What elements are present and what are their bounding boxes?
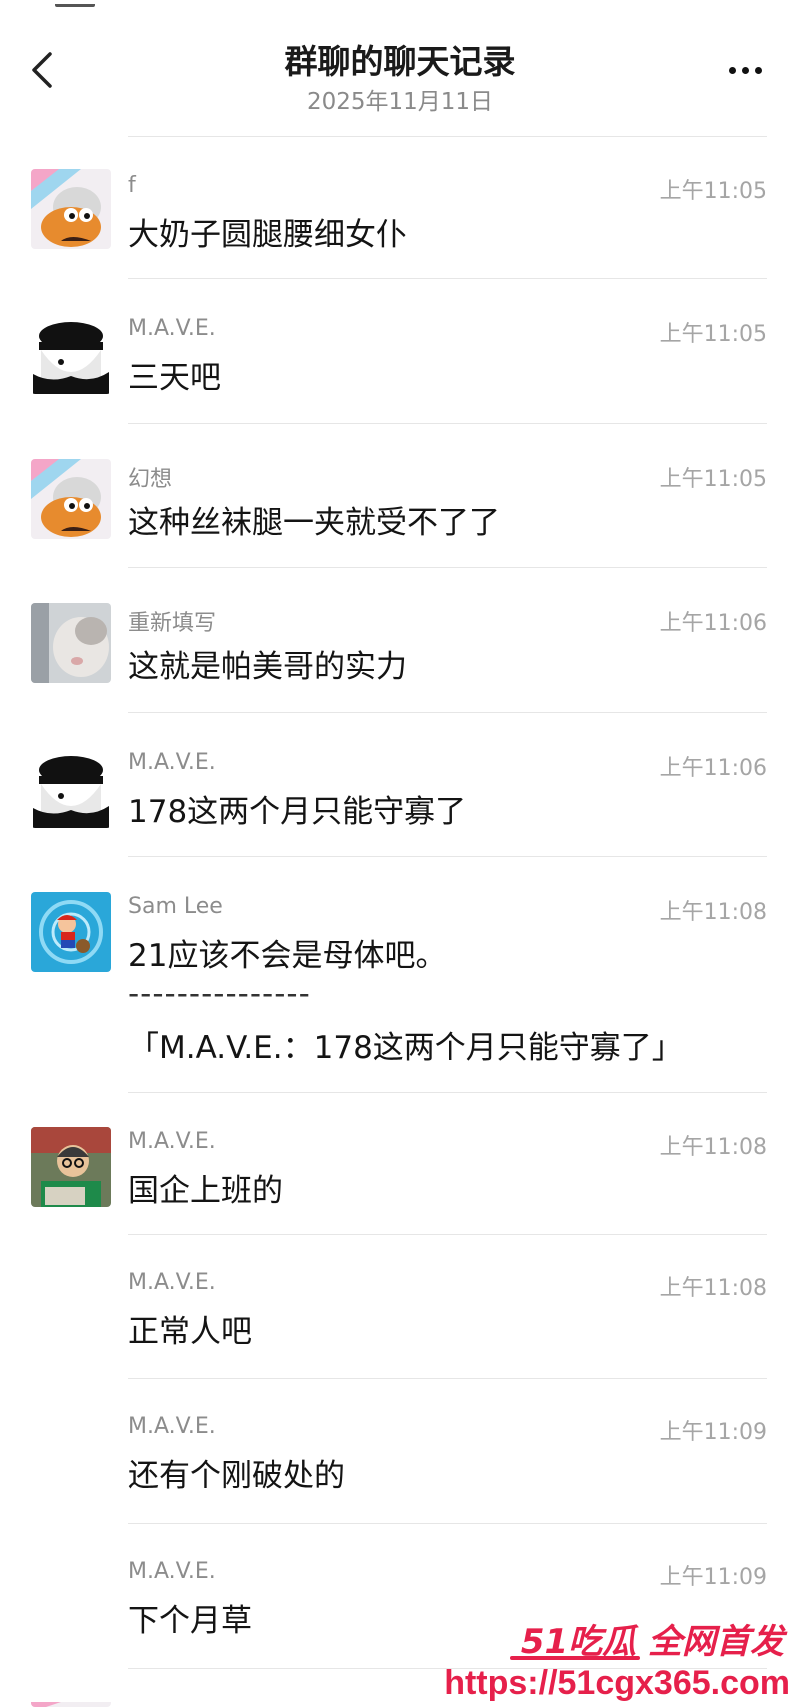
message-text: 正常人吧 (128, 1314, 252, 1350)
quoted-message: 「M.A.V.E.：178这两个月只能守寡了」 (128, 1030, 683, 1066)
avatar-cartoon-duck-image (31, 169, 111, 249)
message-time: 上午11:05 (659, 467, 767, 492)
more-icon (728, 66, 736, 74)
sender-name: M.A.V.E. (128, 1129, 216, 1154)
avatar[interactable] (31, 459, 111, 539)
watermark-url: https://51cgx365.com (444, 1664, 790, 1702)
message-text: 这种丝袜腿一夹就受不了了 (128, 505, 500, 541)
sender-name: M.A.V.E. (128, 1414, 216, 1439)
more-options-button[interactable] (720, 52, 770, 88)
message-item[interactable]: M.A.V.E. 上午11:05 三天吧 (0, 281, 800, 425)
message-time: 上午11:05 (659, 179, 767, 204)
message-text: 三天吧 (128, 360, 221, 396)
message-item[interactable]: 重新填写 上午11:06 这就是帕美哥的实力 (0, 570, 800, 714)
message-text: 国企上班的 (128, 1173, 283, 1209)
sender-name: f (128, 173, 136, 198)
message-item[interactable]: Sam Lee 上午11:08 21应该不会是母体吧。 ------------… (0, 859, 800, 1093)
avatar-cartoon-duck-image (31, 1702, 111, 1707)
message-time: 上午11:08 (659, 1135, 767, 1160)
divider (128, 856, 767, 857)
message-time: 上午11:09 (659, 1565, 767, 1590)
sender-name: M.A.V.E. (128, 316, 216, 341)
message-item[interactable]: f 上午11:05 大奶子圆腿腰细女仆 (0, 137, 800, 279)
avatar-cartoon-duck-image (31, 459, 111, 539)
sender-name: M.A.V.E. (128, 1559, 216, 1584)
divider (128, 567, 767, 568)
message-time: 上午11:06 (659, 756, 767, 781)
sender-name: 幻想 (128, 467, 173, 492)
message-item[interactable]: M.A.V.E. 上午11:08 正常人吧 (0, 1235, 800, 1379)
avatar[interactable] (31, 314, 111, 394)
quote-separator: --------------- (128, 976, 311, 1012)
message-time: 上午11:09 (659, 1420, 767, 1445)
message-item[interactable]: M.A.V.E. 上午11:09 还有个刚破处的 (0, 1379, 800, 1524)
avatar[interactable] (31, 892, 111, 972)
message-text: 大奶子圆腿腰细女仆 (128, 217, 407, 253)
message-text: 这就是帕美哥的实力 (128, 649, 407, 685)
message-time: 上午11:05 (659, 322, 767, 347)
message-time: 上午11:08 (659, 1276, 767, 1301)
header: 群聊的聊天记录 2025年11月11日 (0, 0, 800, 120)
avatar-reading-boy-photo-image (31, 1127, 111, 1207)
divider (128, 712, 767, 713)
sender-name: 重新填写 (128, 611, 217, 636)
avatar-anime-hat-image (31, 748, 111, 828)
watermark-decoration-line (510, 1656, 640, 1660)
avatar[interactable] (31, 748, 111, 828)
message-text: 还有个刚破处的 (128, 1458, 345, 1494)
message-time: 上午11:06 (659, 611, 767, 636)
message-item[interactable]: 幻想 上午11:05 这种丝袜腿一夹就受不了了 (0, 426, 800, 568)
avatar-mario-swimming-image (31, 892, 111, 972)
avatar-anime-hat-image (31, 314, 111, 394)
page-title: 群聊的聊天记录 (284, 42, 516, 81)
avatar[interactable] (31, 1697, 111, 1707)
page-subtitle-date: 2025年11月11日 (306, 89, 494, 115)
message-item[interactable]: M.A.V.E. 上午11:06 178这两个月只能守寡了 (0, 715, 800, 857)
divider (128, 278, 767, 279)
avatar[interactable] (31, 603, 111, 683)
sender-name: M.A.V.E. (128, 1270, 216, 1295)
avatar[interactable] (31, 1127, 111, 1207)
divider (128, 423, 767, 424)
avatar[interactable] (31, 169, 111, 249)
message-item[interactable]: M.A.V.E. 上午11:08 国企上班的 (0, 1093, 800, 1235)
avatar-cat-photo-image (31, 603, 111, 683)
message-text: 下个月草 (128, 1603, 252, 1639)
sender-name: Sam Lee (128, 894, 223, 919)
watermark: 51吃瓜 全网首发 https://51cgx365.com (444, 1610, 800, 1707)
message-text: 21应该不会是母体吧。 (128, 938, 447, 974)
message-text: 178这两个月只能守寡了 (128, 794, 467, 830)
sender-name: M.A.V.E. (128, 750, 216, 775)
message-time: 上午11:08 (659, 900, 767, 925)
